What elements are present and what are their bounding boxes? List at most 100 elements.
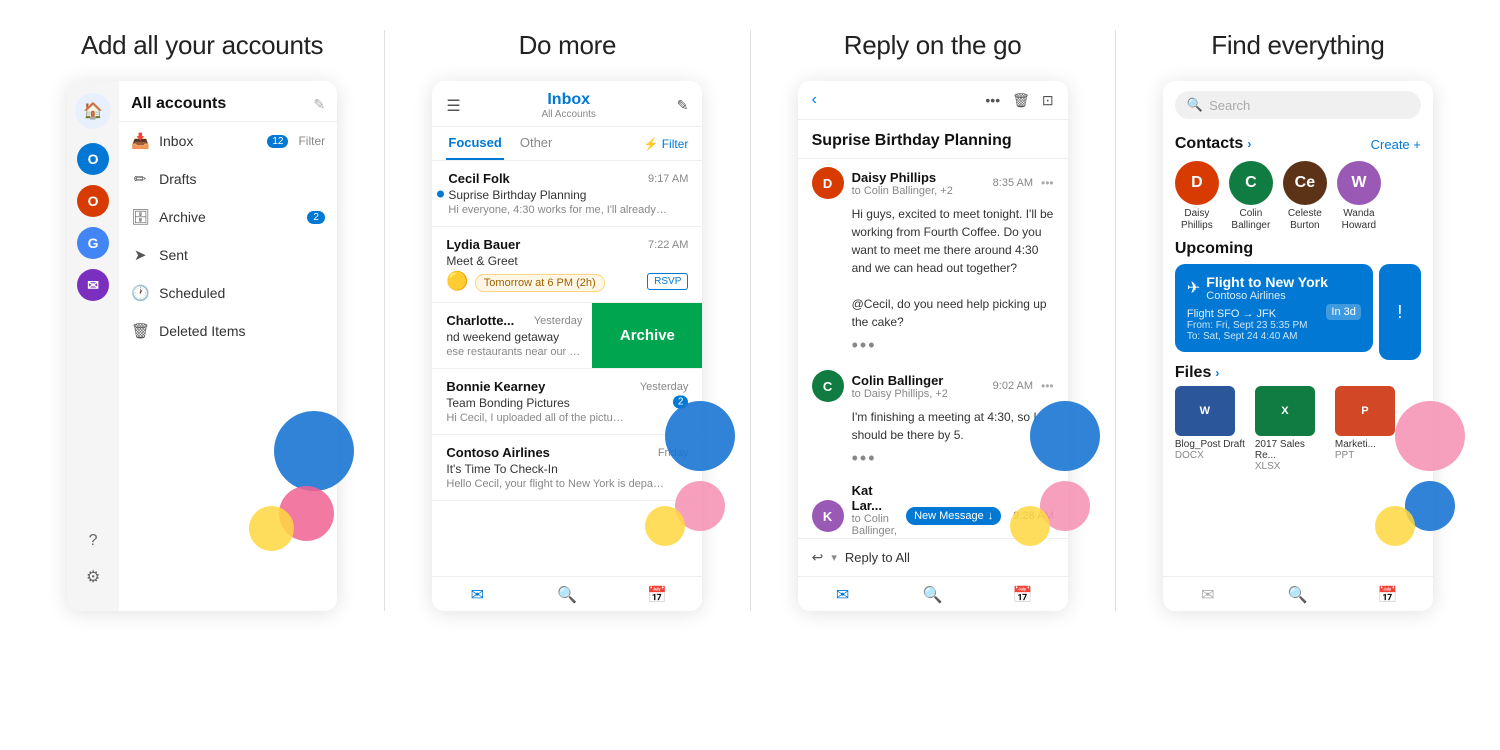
tab-other[interactable]: Other [518,127,555,160]
msg-body-1: I'm finishing a meeting at 4:30, so I sh… [812,408,1054,444]
detail-actions: ••• 🗑 ⊡ [985,92,1053,109]
nav-scheduled[interactable]: 🕐 Scheduled [119,274,337,312]
bottom-calendar[interactable]: 📅 [612,585,702,605]
file-icon-xlsx: X [1255,386,1315,436]
new-message-arrow: ↓ [988,510,994,522]
sender-4: Contoso Airlines [446,445,550,460]
email-item-3[interactable]: Bonnie Kearney Yesterday Team Bonding Pi… [432,369,702,435]
event-label: Tomorrow at 6 PM (2h) [484,277,596,289]
files-chevron[interactable]: › [1215,366,1219,380]
file-name-docx: Blog_Post Draft [1175,439,1247,450]
email-item-4[interactable]: Contoso Airlines Friday It's Time To Che… [432,435,702,501]
archive-detail-icon[interactable]: ⊡ [1042,92,1054,109]
nav-archive[interactable]: 🗄 Archive 2 [119,198,337,236]
flight-days: In 3d [1326,304,1360,320]
tab-focused[interactable]: Focused [446,127,503,160]
back-button[interactable]: ‹ [812,91,817,109]
create-button[interactable]: Create + [1371,137,1421,152]
col2-title: Do more [519,30,617,61]
msg-header-0: D Daisy Phillips to Colin Ballinger, +2 … [812,167,1054,199]
col4-bottom-calendar[interactable]: 📅 [1343,585,1433,605]
contacts-chevron[interactable]: › [1247,137,1251,151]
contact-name-wanda: WandaHoward [1342,208,1376,232]
time-4: Friday [658,447,689,459]
email-item-1[interactable]: Lydia Bauer 7:22 AM Meet & Greet 🟡 Tomor… [432,227,702,303]
archive-action[interactable]: Archive [592,303,702,368]
nav-sent[interactable]: ➤ Sent [119,236,337,274]
panel-title: All accounts [131,95,226,113]
message-thread: D Daisy Phillips to Colin Ballinger, +2 … [798,159,1068,538]
reply-text[interactable]: Reply to All [845,550,910,565]
col1-title: Add all your accounts [81,30,323,61]
sender-info-0: Daisy Phillips to Colin Ballinger, +2 [852,170,985,197]
account-outlook[interactable]: O [77,143,109,175]
help-icon[interactable]: ? [79,527,107,555]
home-icon[interactable]: 🏠 [75,93,111,129]
inbox-filter: Filter [298,134,325,148]
nav-deleted[interactable]: 🗑 Deleted Items [119,312,337,350]
file-type-xlsx: XLSX [1255,461,1327,472]
account-gmail[interactable]: G [77,227,109,259]
nav-inbox[interactable]: 📥 Inbox 12 Filter [119,122,337,160]
msg-body-0: Hi guys, excited to meet tonight. I'll b… [812,205,1054,331]
files-row: W Blog_Post Draft DOCX X 2017 Sales Re..… [1175,386,1421,472]
subject-1: Meet & Greet [446,254,688,268]
col4-bottom-search[interactable]: 🔍 [1253,585,1343,605]
search-bar[interactable]: 🔍 Search [1175,91,1421,119]
file-ppt[interactable]: P Marketi... PPT [1335,386,1407,472]
reply-dropdown-icon[interactable]: ▾ [831,551,837,564]
contacts-row: D DaisyPhillips C ColinBallinger Ce Cele… [1163,157,1433,240]
contacts-section-header: Contacts › Create + [1163,129,1433,157]
msg-ellipsis-0: ••• [812,335,1054,356]
avatar-colin: C [1229,161,1273,205]
contact-wanda[interactable]: W WandaHoward [1337,161,1381,232]
account-office[interactable]: O [77,185,109,217]
message-item-2: K Kat Lar... to Colin Ballinger, +2 New … [812,483,1054,538]
files-label: Files [1175,364,1211,382]
col3-bottom-calendar[interactable]: 📅 [978,585,1068,605]
msg-to-1: to Daisy Phillips, +2 [852,388,985,400]
second-card[interactable]: ! [1379,264,1421,360]
file-xlsx[interactable]: X 2017 Sales Re... XLSX [1255,386,1327,472]
flight-card[interactable]: ✈ Flight to New York Contoso Airlines Fl… [1175,264,1373,352]
col4-bottom-mail[interactable]: ✉ [1163,585,1253,605]
col3-title: Reply on the go [844,30,1022,61]
archive-label: Archive [620,327,675,344]
email-item-0[interactable]: Cecil Folk 9:17 AM Suprise Birthday Plan… [432,161,702,227]
settings-icon[interactable]: ⚙ [79,563,107,591]
bottom-search[interactable]: 🔍 [522,585,612,605]
file-docx[interactable]: W Blog_Post Draft DOCX [1175,386,1247,472]
contacts-label: Contacts [1175,135,1243,153]
new-message-badge: New Message ↓ [906,507,1001,525]
filter-lightning-icon: ⚡ [644,137,659,151]
filter-label: Filter [662,137,689,151]
reply-bar: ↩ ▾ Reply to All [798,538,1068,576]
col3-bottom-search[interactable]: 🔍 [888,585,978,605]
col3-bottom-mail[interactable]: ✉ [798,585,888,605]
more-icon[interactable]: ••• [985,92,1000,109]
sender-1: Lydia Bauer [446,237,520,252]
col2-bottom-nav: ✉ 🔍 📅 [432,576,702,611]
search-placeholder: Search [1209,98,1250,113]
compose-icon[interactable]: ✎ [677,97,689,114]
contact-name-colin: ColinBallinger [1231,208,1270,232]
file-name-xlsx: 2017 Sales Re... [1255,439,1327,461]
edit-icon[interactable]: ✎ [313,96,325,113]
delete-icon[interactable]: 🗑 [1012,92,1030,109]
filter-btn[interactable]: ⚡ Filter [644,137,689,151]
nav-drafts[interactable]: ✏ Drafts [119,160,337,198]
email-item-2[interactable]: Charlotte... Yesterday nd weekend getawa… [432,303,702,369]
col3-bottom-nav: ✉ 🔍 📅 [798,576,1068,611]
drafts-icon: ✏ [131,170,149,188]
account-email[interactable]: ✉ [77,269,109,301]
msg-more-0[interactable]: ••• [1041,176,1054,190]
rsvp-button[interactable]: RSVP [647,273,688,290]
hamburger-icon[interactable]: ☰ [446,96,460,116]
flight-airline: Contoso Airlines [1206,290,1328,302]
contacts-title: Contacts › [1175,135,1251,153]
bottom-mail[interactable]: ✉ [432,585,522,605]
contact-daisy[interactable]: D DaisyPhillips [1175,161,1219,232]
contact-colin[interactable]: C ColinBallinger [1229,161,1273,232]
msg-more-1[interactable]: ••• [1041,379,1054,393]
contact-celeste[interactable]: Ce CelesteBurton [1283,161,1327,232]
